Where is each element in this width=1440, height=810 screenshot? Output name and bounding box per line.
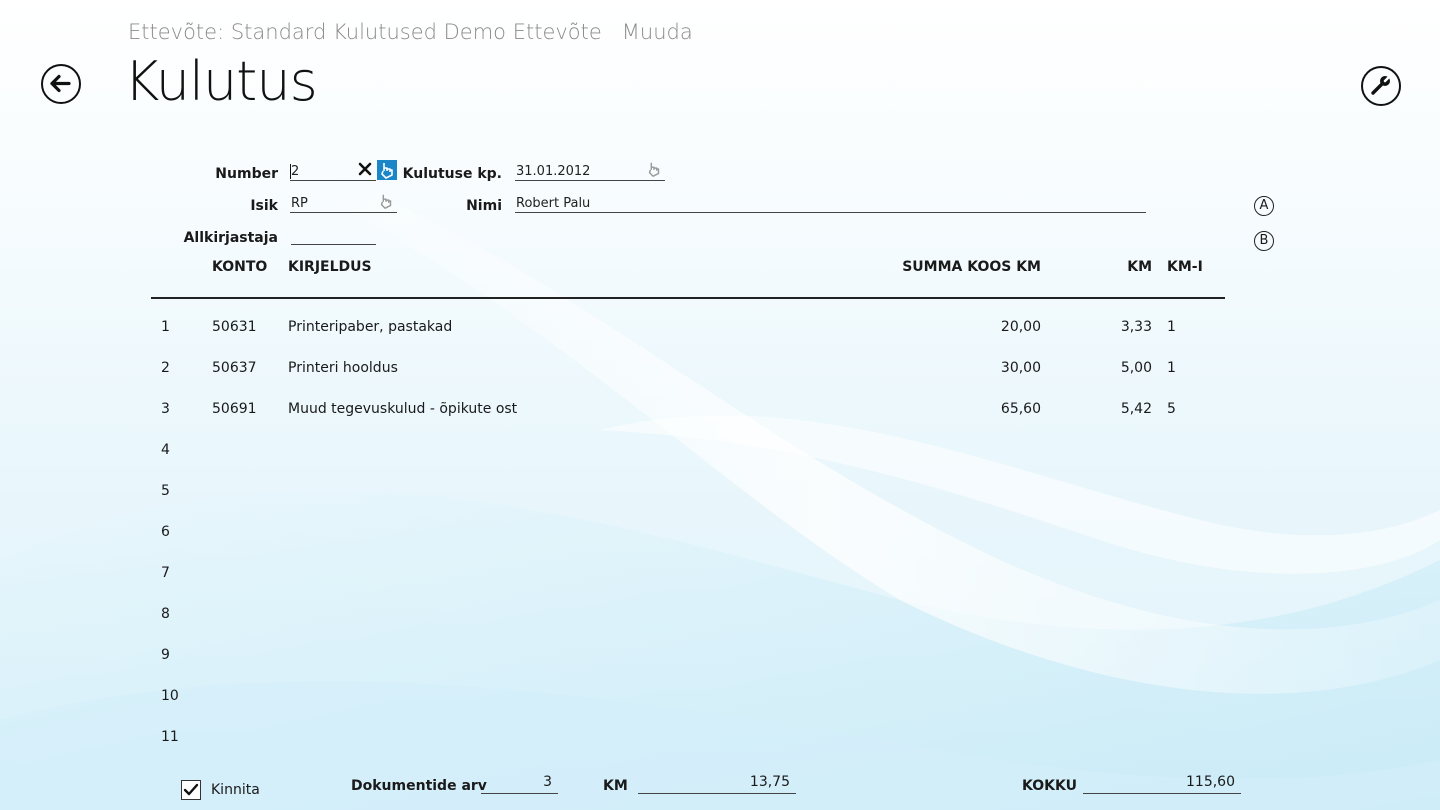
number-value: 2 [291, 164, 300, 179]
row-km: 5,00 [1120, 360, 1152, 376]
edit-mode-link[interactable]: Muuda [622, 20, 693, 44]
allkirjastaja-field[interactable] [291, 225, 376, 245]
a-button[interactable]: A [1254, 196, 1274, 216]
row-km: 3,33 [1120, 319, 1152, 335]
hand-pointer-icon [381, 163, 393, 179]
col-konto-header: KONTO [212, 259, 268, 275]
header-divider [151, 297, 1225, 299]
row-konto: 50631 [212, 319, 257, 335]
text-cursor [290, 164, 291, 179]
number-label: Number [215, 166, 278, 182]
row-number: 11 [161, 729, 179, 745]
date-field[interactable]: 31.01.2012 [515, 161, 665, 181]
row-kirjeldus: Printeripaber, pastakad [288, 319, 453, 335]
clear-icon[interactable] [357, 161, 373, 177]
kokku-value: 115,60 [1083, 774, 1241, 794]
date-label: Kulutuse kp. [402, 166, 502, 182]
nimi-label: Nimi [466, 198, 502, 214]
company-label: Ettevõte: Standard Kulutused Demo Ettevõ… [128, 20, 602, 44]
row-number: 5 [161, 483, 170, 499]
isik-label: Isik [250, 198, 278, 214]
back-button[interactable] [41, 64, 81, 104]
kinnita-checkbox[interactable] [181, 780, 201, 800]
row-number: 6 [161, 524, 170, 540]
km-total-label: KM [603, 778, 628, 794]
allkirjastaja-label: Allkirjastaja [183, 230, 278, 246]
row-konto: 50637 [212, 360, 257, 376]
col-summa-header: SUMMA KOOS KM [902, 259, 1041, 275]
dok-value: 3 [481, 774, 558, 794]
settings-button[interactable] [1361, 66, 1401, 106]
row-number: 3 [161, 401, 170, 417]
nimi-value: Robert Palu [516, 196, 591, 211]
isik-value: RP [291, 196, 308, 211]
row-km: 5,42 [1120, 401, 1152, 417]
row-kirjeldus: Printeri hooldus [288, 360, 398, 376]
col-kmi-header: KM-I [1167, 259, 1203, 275]
row-number: 8 [161, 606, 170, 622]
b-button[interactable]: B [1254, 231, 1274, 251]
row-konto: 50691 [212, 401, 257, 417]
row-kmi: 5 [1167, 401, 1176, 417]
row-kirjeldus: Muud tegevuskulud - õpikute ost [288, 401, 518, 417]
kinnita-label: Kinnita [211, 782, 260, 798]
row-number: 7 [161, 565, 170, 581]
select-lookup-button[interactable] [377, 160, 397, 180]
row-number: 4 [161, 442, 170, 458]
arrow-left-icon [50, 74, 71, 93]
row-kmi: 1 [1167, 360, 1176, 376]
date-value: 31.01.2012 [516, 164, 591, 179]
col-kirjeldus-header: KIRJELDUS [288, 259, 372, 275]
col-km-header: KM [1127, 259, 1152, 275]
row-number: 9 [161, 647, 170, 663]
hand-pointer-icon[interactable] [645, 160, 663, 178]
row-summa: 20,00 [1000, 319, 1041, 335]
km-total-value: 13,75 [638, 774, 796, 794]
page-title: Kulutus [124, 50, 318, 113]
nimi-field[interactable]: Robert Palu [515, 193, 1146, 213]
kokku-label: KOKKU [1022, 778, 1077, 794]
row-number: 1 [161, 319, 170, 335]
company-header: Ettevõte: Standard Kulutused Demo Ettevõ… [128, 20, 693, 44]
hand-pointer-icon[interactable] [377, 192, 395, 210]
checkmark-icon [183, 783, 199, 796]
row-summa: 30,00 [1000, 360, 1041, 376]
row-number: 2 [161, 360, 170, 376]
row-number: 10 [161, 688, 179, 704]
wrench-icon [1371, 74, 1392, 95]
row-summa: 65,60 [1000, 401, 1041, 417]
row-kmi: 1 [1167, 319, 1176, 335]
dok-label: Dokumentide arv [351, 778, 487, 794]
